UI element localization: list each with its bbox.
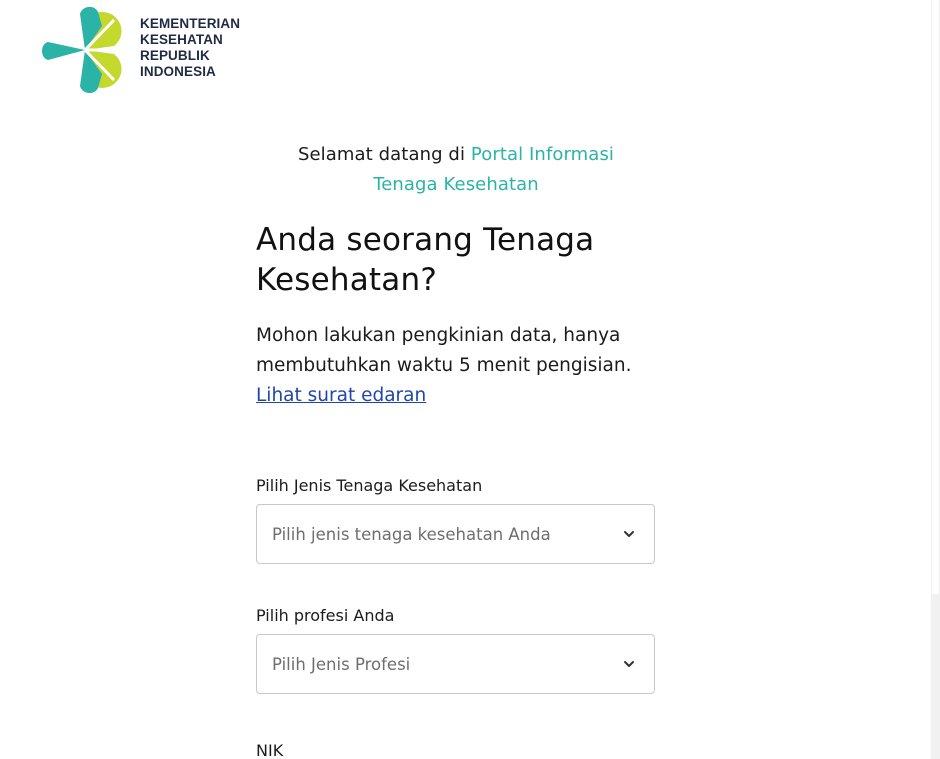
logo-line: INDONESIA	[140, 64, 216, 79]
nik-label: NIK	[256, 741, 284, 759]
portal-name-line2: Tenaga Kesehatan	[373, 174, 539, 195]
kemenkes-logo: KEMENTERIAN KESEHATAN REPUBLIK INDONESIA	[40, 4, 250, 96]
logo-wordmark: KEMENTERIAN KESEHATAN REPUBLIK INDONESIA	[140, 16, 240, 80]
jenis-tenaga-label: Pilih Jenis Tenaga Kesehatan	[256, 476, 483, 495]
logo-line: KEMENTERIAN	[140, 16, 241, 31]
profesi-select[interactable]: Pilih Jenis Profesi	[256, 634, 655, 694]
surat-edaran-link[interactable]: Lihat surat edaran	[256, 385, 426, 406]
profesi-placeholder: Pilih Jenis Profesi	[272, 655, 411, 674]
chevron-down-icon	[624, 661, 634, 667]
main-content: Selamat datang di Portal Informasi Tenag…	[256, 140, 656, 759]
kemenkes-logo-icon	[42, 6, 122, 94]
welcome-prefix: Selamat datang di	[297, 144, 466, 165]
description: Mohon lakukan pengkinian data, hanya mem…	[256, 321, 656, 411]
portal-name: Portal Informasi	[470, 144, 615, 165]
logo-line: KESEHATAN	[140, 32, 223, 47]
welcome-text: Selamat datang di Portal Informasi Tenag…	[256, 140, 656, 200]
jenis-tenaga-select[interactable]: Pilih jenis tenaga kesehatan Anda	[256, 504, 655, 564]
page-title: Anda seorang Tenaga Kesehatan?	[256, 222, 595, 298]
chevron-down-icon	[624, 531, 634, 537]
description-text: Mohon lakukan pengkinian data, hanya mem…	[256, 325, 632, 376]
profesi-label: Pilih profesi Anda	[256, 606, 395, 625]
jenis-tenaga-placeholder: Pilih jenis tenaga kesehatan Anda	[272, 525, 551, 544]
logo-line: REPUBLIK	[140, 48, 210, 63]
page-scrollbar[interactable]	[931, 0, 940, 759]
scrollbar-thumb[interactable]	[932, 0, 939, 594]
